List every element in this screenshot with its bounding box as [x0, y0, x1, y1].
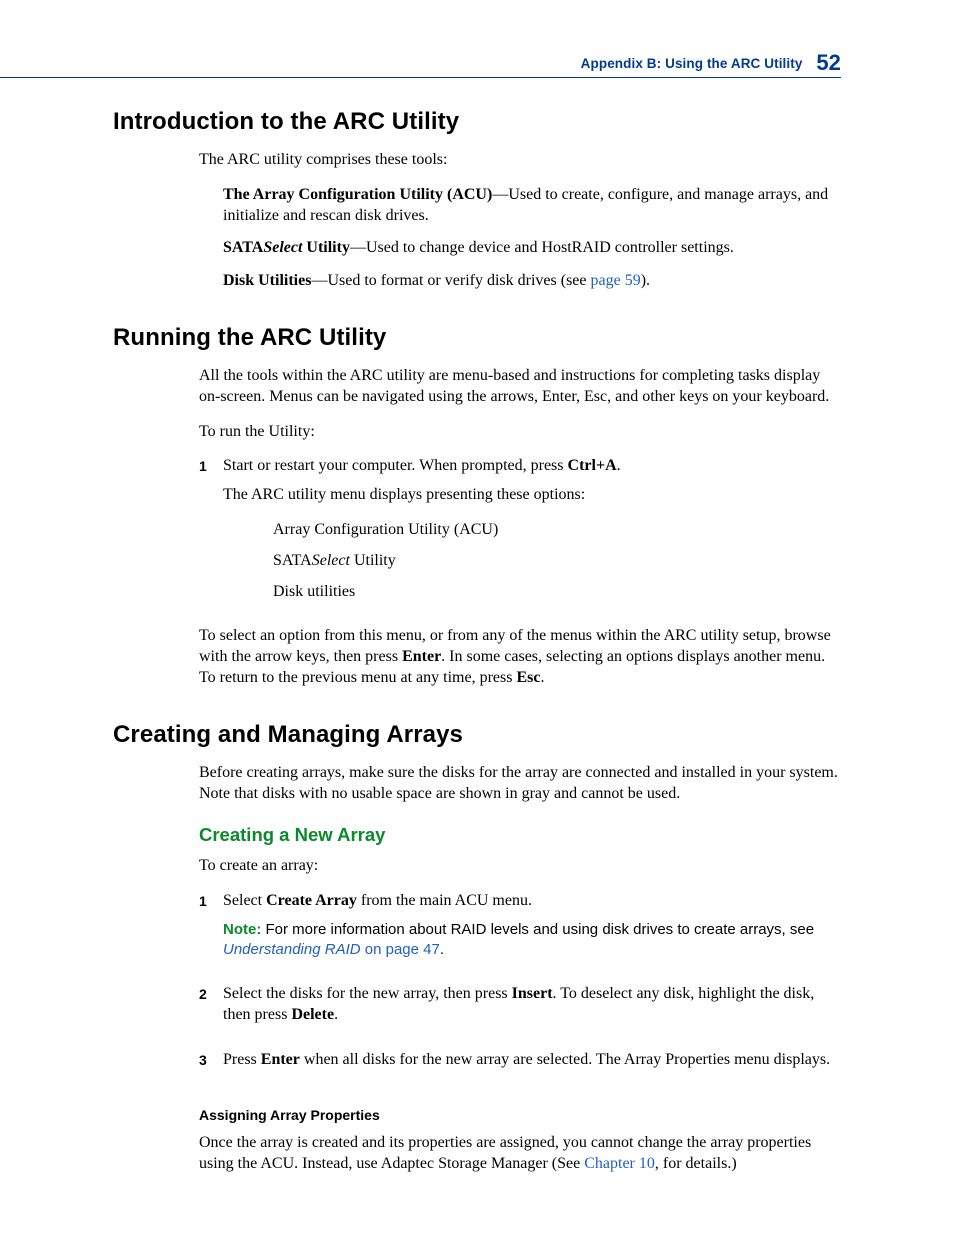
heading-assign-props: Assigning Array Properties [199, 1107, 841, 1123]
create-step-1: 1 Select Create Array from the main ACU … [199, 891, 841, 974]
sata-desc: —Used to change device and HostRAID cont… [350, 239, 734, 256]
running-steps: 1 Start or restart your computer. When p… [199, 456, 841, 612]
s3-bold: Enter [261, 1051, 300, 1068]
option-sata-c: Utility [350, 552, 396, 569]
intro-body: The ARC utility comprises these tools: T… [199, 150, 841, 292]
note-label: Note: [223, 921, 261, 938]
option-sata-b: Select [312, 552, 350, 569]
s3-line: Press Enter when all disks for the new a… [223, 1050, 841, 1071]
s3-b: when all disks for the new array are sel… [300, 1051, 830, 1068]
running-header: Appendix B: Using the ARC Utility 52 [581, 50, 841, 76]
disk-desc-b: ). [641, 272, 650, 289]
tail-enter: Enter [402, 648, 441, 665]
intro-tool-list: The Array Configuration Utility (ACU) —Us… [223, 185, 841, 292]
step1-a: Start or restart your computer. When pro… [223, 457, 568, 474]
create-steps: 1 Select Create Array from the main ACU … [199, 891, 841, 1085]
create-step-3: 3 Press Enter when all disks for the new… [199, 1050, 841, 1085]
step1-b: . [617, 457, 621, 474]
intro-tool-sata: SATASelect Utility—Used to change device… [223, 238, 841, 259]
document-page: Appendix B: Using the ARC Utility 52 Int… [0, 0, 954, 1235]
running-lead2: To run the Utility: [199, 422, 841, 443]
running-options: Array Configuration Utility (ACU) SATASe… [273, 520, 841, 602]
page-number: 52 [816, 50, 841, 75]
s1-a: Select [223, 892, 266, 909]
assign-paragraph: Once the array is created and its proper… [199, 1133, 841, 1175]
intro-tool-disk: Disk Utilities—Used to format or verify … [223, 271, 841, 292]
intro-lead: The ARC utility comprises these tools: [199, 150, 841, 171]
note-b: . [440, 941, 444, 958]
step-number: 1 [199, 456, 223, 612]
running-tail: To select an option from this menu, or f… [199, 626, 841, 688]
step-text: Select Create Array from the main ACU me… [223, 891, 841, 974]
step-text: Start or restart your computer. When pro… [223, 456, 841, 612]
heading-running: Running the ARC Utility [113, 324, 841, 352]
running-header-text: Appendix B: Using the ARC Utility [581, 56, 803, 71]
option-acu: Array Configuration Utility (ACU) [273, 520, 841, 541]
tail-c: . [540, 669, 544, 686]
option-sata-a: SATA [273, 552, 312, 569]
header-rule [0, 77, 841, 78]
note-link-rest[interactable]: on page 47 [361, 941, 440, 958]
step1-sub: The ARC utility menu displays presenting… [223, 485, 841, 506]
s2-bold2: Delete [291, 1006, 334, 1023]
note-block: Note: For more information about RAID le… [223, 920, 841, 961]
create-lead: To create an array: [199, 856, 841, 877]
assign-link[interactable]: Chapter 10 [584, 1155, 655, 1172]
running-step-1: 1 Start or restart your computer. When p… [199, 456, 841, 612]
sata-label-c: Utility [302, 239, 350, 256]
s2-line: Select the disks for the new array, then… [223, 984, 841, 1026]
s2-c: . [334, 1006, 338, 1023]
intro-tool-acu: The Array Configuration Utility (ACU)—Us… [223, 185, 841, 227]
disk-label: Disk Utilities [223, 272, 311, 289]
s1-line: Select Create Array from the main ACU me… [223, 891, 841, 912]
step-number: 2 [199, 984, 223, 1040]
step-number: 1 [199, 891, 223, 974]
step-text: Press Enter when all disks for the new a… [223, 1050, 841, 1085]
step1-key: Ctrl+A [568, 457, 617, 474]
step-text: Select the disks for the new array, then… [223, 984, 841, 1040]
heading-introduction: Introduction to the ARC Utility [113, 108, 841, 136]
running-body: All the tools within the ARC utility are… [199, 366, 841, 689]
sata-label-b: Select [263, 239, 302, 256]
heading-create-array: Creating a New Array [199, 824, 841, 846]
running-lead1: All the tools within the ARC utility are… [199, 366, 841, 408]
option-disk: Disk utilities [273, 582, 841, 603]
step1-line1: Start or restart your computer. When pro… [223, 456, 841, 477]
step-number: 3 [199, 1050, 223, 1085]
assign-b: , for details.) [655, 1155, 737, 1172]
note-a: For more information about RAID levels a… [261, 921, 814, 938]
arrays-body: Before creating arrays, make sure the di… [199, 763, 841, 1175]
disk-link[interactable]: page 59 [591, 272, 641, 289]
s1-b: from the main ACU menu. [357, 892, 532, 909]
page-content: Introduction to the ARC Utility The ARC … [113, 108, 841, 1188]
s3-a: Press [223, 1051, 261, 1068]
acu-label: The Array Configuration Utility (ACU) [223, 186, 492, 203]
sata-label-a: SATA [223, 239, 263, 256]
s1-bold: Create Array [266, 892, 357, 909]
s2-bold1: Insert [512, 985, 553, 1002]
note-link-ital[interactable]: Understanding RAID [223, 941, 361, 958]
s2-a: Select the disks for the new array, then… [223, 985, 512, 1002]
heading-arrays: Creating and Managing Arrays [113, 721, 841, 749]
disk-desc-a: —Used to format or verify disk drives (s… [311, 272, 590, 289]
option-sata: SATASelect Utility [273, 551, 841, 572]
create-step-2: 2 Select the disks for the new array, th… [199, 984, 841, 1040]
arrays-lead: Before creating arrays, make sure the di… [199, 763, 841, 805]
tail-esc: Esc [516, 669, 540, 686]
